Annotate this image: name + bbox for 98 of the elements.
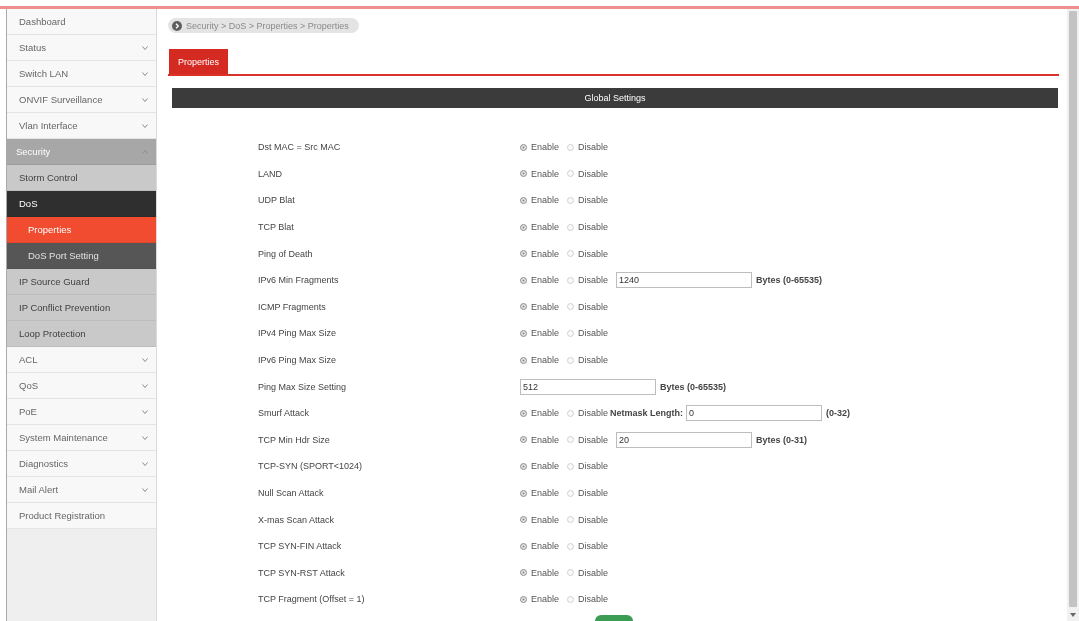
input-field[interactable]: 0 [686, 405, 823, 422]
section-header: Global Settings [172, 88, 1058, 108]
caret-icon [142, 149, 148, 154]
radio-option[interactable]: Enable [520, 301, 560, 312]
radio-option[interactable]: Disable [567, 248, 609, 259]
caret-icon [142, 435, 148, 440]
radio-option[interactable]: Enable [520, 567, 560, 578]
caret-icon [142, 71, 148, 76]
radio-option[interactable]: Enable [520, 222, 560, 233]
radio-option[interactable]: Disable [567, 567, 609, 578]
sidebar-item[interactable]: Vlan Interface [7, 113, 156, 139]
down-arrow-icon[interactable] [1070, 613, 1076, 617]
sidebar-item[interactable]: System Maintenance [7, 425, 156, 451]
sidebar-subitem[interactable]: Storm Control [7, 165, 156, 191]
setting-label: LAND [258, 168, 283, 179]
sidebar-subitem[interactable]: Loop Protection [7, 321, 156, 347]
radio-option[interactable]: Enable [520, 275, 560, 286]
input-field[interactable]: 20 [616, 431, 753, 448]
setting-label: IPv6 Ping Max Size [258, 355, 338, 366]
scrollbar[interactable] [1067, 9, 1079, 621]
radio-option[interactable]: Enable [520, 434, 560, 445]
radio-option[interactable]: Enable [520, 514, 560, 525]
sidebar-subitem[interactable]: Properties [7, 217, 156, 243]
radio-option[interactable]: Enable [520, 248, 560, 259]
setting-label: Ping Max Size Setting [258, 381, 348, 392]
sidebar-item[interactable]: Mail Alert [7, 477, 156, 503]
radio-option[interactable]: Disable [567, 434, 609, 445]
setting-label: Null Scan Attack [258, 488, 325, 498]
input-field[interactable]: 1240 [616, 272, 753, 289]
sidebar-subitem[interactable]: DoS Port Setting [7, 243, 156, 269]
radio-option[interactable]: Enable [520, 195, 560, 206]
setting-label: IPv4 Ping Max Size [258, 328, 338, 339]
caret-icon [142, 97, 148, 102]
setting-label: TCP SYN-FIN Attack [258, 541, 343, 552]
sidebar-item[interactable]: ONVIF Surveillance [7, 87, 156, 113]
radio-option[interactable]: Disable [567, 168, 609, 179]
caret-icon [142, 123, 148, 128]
radio-option[interactable]: Disable [567, 408, 609, 419]
field-label: Netmask Length: [610, 408, 684, 419]
setting-label: TCP-SYN (SPORT<1024) [258, 461, 364, 472]
circle-arrow-icon [172, 20, 182, 31]
breadcrumb-path: Security > DoS > Properties > Properties [186, 20, 349, 31]
caret-icon [142, 357, 148, 362]
radio-option[interactable]: Disable [567, 488, 609, 498]
input-field[interactable]: 512 [520, 378, 656, 395]
setting-label: Smurf Attack [258, 408, 311, 419]
tab[interactable]: Properties [169, 49, 229, 74]
radio-option[interactable]: Disable [567, 355, 609, 366]
setting-label: Ping of Death [258, 248, 314, 259]
setting-label: X-mas Scan Attack [258, 514, 336, 525]
radio-option[interactable]: Disable [567, 541, 609, 552]
radio-option[interactable]: Enable [520, 541, 560, 552]
sidebar-item[interactable]: Status [7, 35, 156, 61]
setting-label: TCP Fragment (Offset = 1) [258, 594, 366, 605]
sidebar-item[interactable]: Dashboard [7, 9, 156, 35]
radio-option[interactable]: Disable [567, 195, 609, 206]
radio-option[interactable]: Enable [520, 488, 560, 498]
setting-label: TCP SYN-RST Attack [258, 567, 346, 578]
sidebar-subitem[interactable]: DoS [7, 191, 156, 217]
radio-option[interactable]: Enable [520, 408, 560, 419]
sidebar-item[interactable]: Product Registration [7, 503, 156, 529]
unit-label: Bytes (0-65535) [660, 381, 727, 392]
radio-option[interactable]: Disable [567, 222, 609, 233]
radio-option[interactable]: Disable [567, 301, 609, 312]
setting-label: IPv6 Min Fragments [258, 275, 340, 286]
setting-label: UDP Blat [258, 195, 296, 206]
sidebar-item[interactable]: QoS [7, 373, 156, 399]
radio-option[interactable]: Enable [520, 461, 560, 472]
sidebar-item[interactable]: ACL [7, 347, 156, 373]
sidebar-item[interactable]: Diagnostics [7, 451, 156, 477]
radio-option[interactable]: Disable [567, 514, 609, 525]
sidebar-subitem[interactable]: IP Conflict Prevention [7, 295, 156, 321]
radio-option[interactable]: Disable [567, 328, 609, 339]
caret-icon [142, 461, 148, 466]
action-button[interactable] [594, 614, 633, 621]
sidebar-subitem[interactable]: IP Source Guard [7, 269, 156, 295]
unit-label: Bytes (0-65535) [756, 275, 823, 286]
caret-icon [142, 45, 148, 50]
radio-option[interactable]: Disable [567, 594, 609, 605]
radio-option[interactable]: Enable [520, 168, 560, 179]
setting-label: ICMP Fragments [258, 301, 327, 312]
sidebar-item[interactable]: PoE [7, 399, 156, 425]
radio-option[interactable]: Enable [520, 328, 560, 339]
caret-icon [142, 409, 148, 414]
radio-option[interactable]: Enable [520, 594, 560, 605]
setting-label: TCP Min Hdr Size [258, 434, 331, 445]
radio-option[interactable]: Disable [567, 142, 609, 153]
unit-label: Bytes (0-31) [756, 434, 808, 445]
setting-label: TCP Blat [258, 222, 295, 233]
radio-option[interactable]: Enable [520, 355, 560, 366]
setting-label: Dst MAC = Src MAC [258, 142, 342, 153]
radio-option[interactable]: Enable [520, 142, 560, 153]
radio-option[interactable]: Disable [567, 275, 609, 286]
caret-icon [142, 487, 148, 492]
caret-icon [142, 383, 148, 388]
sidebar-item[interactable]: Switch LAN [7, 61, 156, 87]
radio-option[interactable]: Disable [567, 461, 609, 472]
unit-label: (0-32) [826, 408, 851, 419]
